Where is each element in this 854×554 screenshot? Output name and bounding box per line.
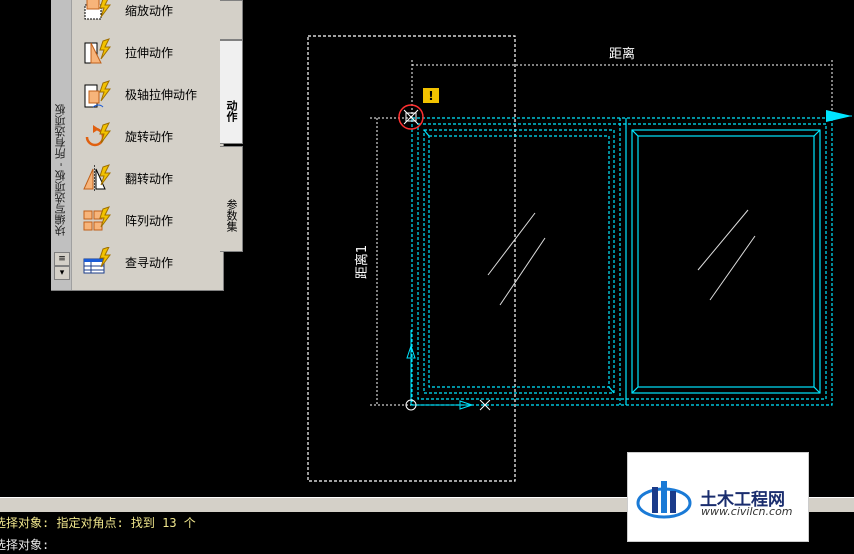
tab-actions[interactable]: 动作 [220, 40, 243, 144]
palette-properties-button[interactable]: ▾ [54, 266, 70, 280]
tool-label: 缩放动作 [125, 3, 174, 18]
tool-label: 旋转动作 [125, 129, 174, 144]
dimension-vertical: 距离1 [354, 117, 412, 406]
watermark-emblem [636, 481, 692, 519]
palette-title: 块编写选项板 - 所有选项板 [54, 104, 67, 236]
palette-menu-button[interactable]: ≡ [54, 252, 70, 266]
window-block[interactable] [411, 117, 833, 406]
glass-hatch [487, 209, 756, 306]
watermark-url: www.civilcn.com [701, 505, 793, 518]
stretch-grip-arrow[interactable] [826, 110, 852, 122]
rotate-action-icon [81, 121, 113, 151]
tool-stretch-action[interactable]: 拉伸动作 [81, 34, 221, 70]
selection-window [307, 35, 516, 482]
tool-polar-stretch-action[interactable]: 极轴拉伸动作 [81, 76, 221, 112]
tool-label: 极轴拉伸动作 [125, 87, 198, 102]
scale-action-icon [81, 0, 113, 25]
array-action-icon [81, 205, 113, 235]
command-prompt[interactable]: 选择对象: [0, 536, 49, 554]
flip-action-icon [81, 163, 113, 193]
lookup-action-icon [81, 246, 113, 277]
tab-actions-label: 动作 [225, 100, 238, 122]
warning-icon[interactable]: ! [423, 88, 439, 103]
base-point-grip[interactable] [398, 104, 424, 130]
palette-titlebar[interactable]: 块编写选项板 - 所有选项板 ≡ ▾ [51, 0, 72, 290]
tool-palette[interactable]: 块编写选项板 - 所有选项板 ≡ ▾ 缩放动作 拉伸动作 极轴拉伸动作 旋转动作… [51, 0, 224, 291]
dimension-label-horizontal: 距离 [609, 46, 635, 62]
tool-flip-action[interactable]: 翻转动作 [81, 160, 221, 196]
watermark-logo: 土木工程网 www.civilcn.com [627, 452, 809, 542]
tab-hidden-top[interactable] [220, 0, 243, 40]
stretch-action-icon [81, 37, 113, 67]
tool-label: 阵列动作 [125, 213, 174, 228]
tab-parameter-sets[interactable]: 参数集 [220, 146, 243, 252]
warning-icon-glyph: ! [428, 89, 433, 103]
drawing-canvas[interactable]: 距离 距离1 ! 块编写选项板 - 所有选项板 ≡ ▾ 缩放动作 拉伸动作 极轴… [0, 0, 854, 497]
palette-tabs: 动作 参数集 [220, 0, 245, 290]
command-history-line: 选择对象: 指定对角点: 找到 13 个 [0, 516, 196, 530]
tool-rotate-action[interactable]: 旋转动作 [81, 118, 221, 154]
polar-stretch-action-icon [81, 79, 113, 109]
dimension-label-vertical: 距离1 [354, 245, 370, 279]
tool-label: 查寻动作 [125, 255, 174, 270]
tool-label: 翻转动作 [125, 171, 174, 186]
tool-scale-action[interactable]: 缩放动作 [81, 0, 221, 28]
dimension-horizontal: 距离 [411, 46, 833, 118]
tab-parameter-sets-label: 参数集 [225, 198, 238, 232]
tool-label: 拉伸动作 [125, 45, 174, 60]
tool-array-action[interactable]: 阵列动作 [81, 202, 221, 238]
tool-lookup-action[interactable]: 查寻动作 [81, 244, 221, 280]
